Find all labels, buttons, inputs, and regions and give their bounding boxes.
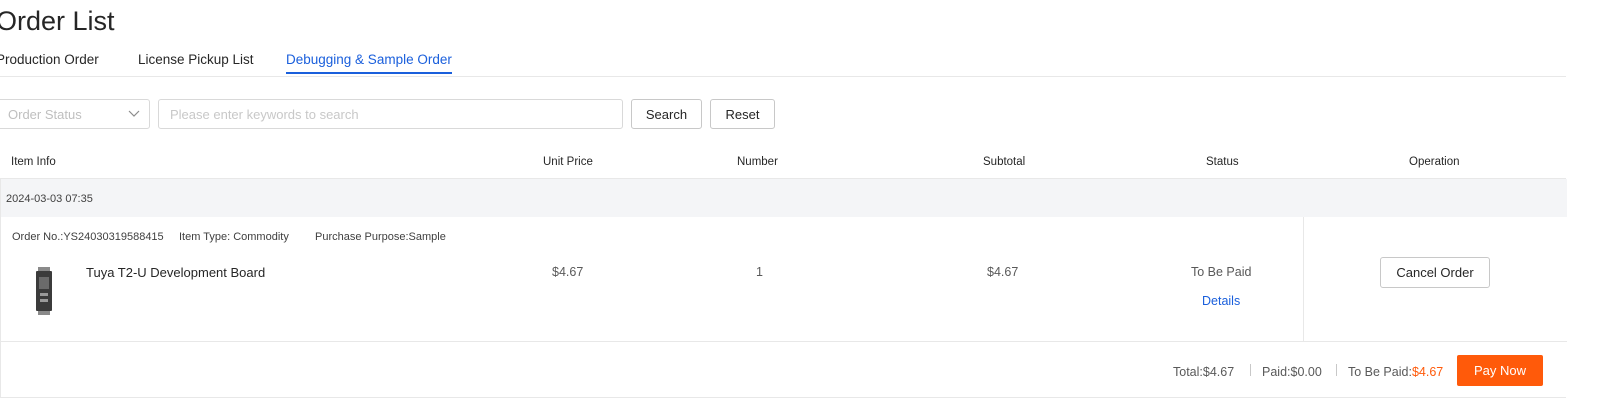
order-number: Order No.:YS24030319588415 xyxy=(12,231,164,243)
paid-value: $0.00 xyxy=(1290,365,1322,379)
order-status-placeholder: Order Status xyxy=(8,107,82,122)
header-item-info: Item Info xyxy=(11,156,56,168)
total-label: Total: xyxy=(1173,365,1203,379)
tab-debugging-sample-order[interactable]: Debugging & Sample Order xyxy=(286,52,452,67)
operation-divider xyxy=(1303,217,1304,341)
tab-production-order[interactable]: Production Order xyxy=(0,52,99,67)
order-card-header: 2024-03-03 07:35 xyxy=(1,179,1567,217)
paid-label: Paid: xyxy=(1262,365,1291,379)
quantity: 1 xyxy=(756,265,763,279)
due-label: To Be Paid: xyxy=(1348,365,1412,379)
details-link[interactable]: Details xyxy=(1202,294,1240,308)
search-input[interactable] xyxy=(158,99,623,129)
pay-now-button[interactable]: Pay Now xyxy=(1457,355,1543,386)
order-status-select[interactable]: Order Status xyxy=(0,99,150,129)
header-unit-price: Unit Price xyxy=(543,156,593,168)
order-tabs: Production Order License Pickup List Deb… xyxy=(0,50,1566,77)
order-card: 2024-03-03 07:35 Order No.:YS24030319588… xyxy=(0,178,1567,398)
purchase-purpose: Purchase Purpose:Sample xyxy=(315,231,446,243)
status-text: To Be Paid xyxy=(1191,265,1252,279)
subtotal: $4.67 xyxy=(987,265,1019,279)
header-subtotal: Subtotal xyxy=(983,156,1026,168)
unit-price: $4.67 xyxy=(552,265,584,279)
chevron-down-icon xyxy=(128,110,140,117)
summary-separator xyxy=(1250,364,1251,376)
due-value: $4.67 xyxy=(1411,365,1444,379)
reset-button[interactable]: Reset xyxy=(710,99,775,129)
summary-separator xyxy=(1336,364,1337,376)
paid-amount: Paid:$0.00 xyxy=(1262,365,1322,379)
header-status: Status xyxy=(1206,156,1239,168)
product-thumbnail xyxy=(36,267,52,315)
order-footer-divider xyxy=(1,341,1567,342)
cancel-order-button[interactable]: Cancel Order xyxy=(1380,257,1490,288)
item-type: Item Type: Commodity xyxy=(179,231,289,243)
search-button[interactable]: Search xyxy=(631,99,702,129)
header-operation: Operation xyxy=(1409,156,1460,168)
total-amount: Total:$4.67 xyxy=(1173,365,1234,379)
order-date: 2024-03-03 07:35 xyxy=(6,193,93,205)
header-number: Number xyxy=(737,156,778,168)
tab-license-pickup-list[interactable]: License Pickup List xyxy=(138,52,254,67)
total-value: $4.67 xyxy=(1202,365,1235,379)
page-title: Order List xyxy=(0,6,115,36)
item-name: Tuya T2-U Development Board xyxy=(86,265,266,280)
due-amount: To Be Paid:$4.67 xyxy=(1348,365,1443,379)
active-tab-indicator xyxy=(286,72,452,74)
